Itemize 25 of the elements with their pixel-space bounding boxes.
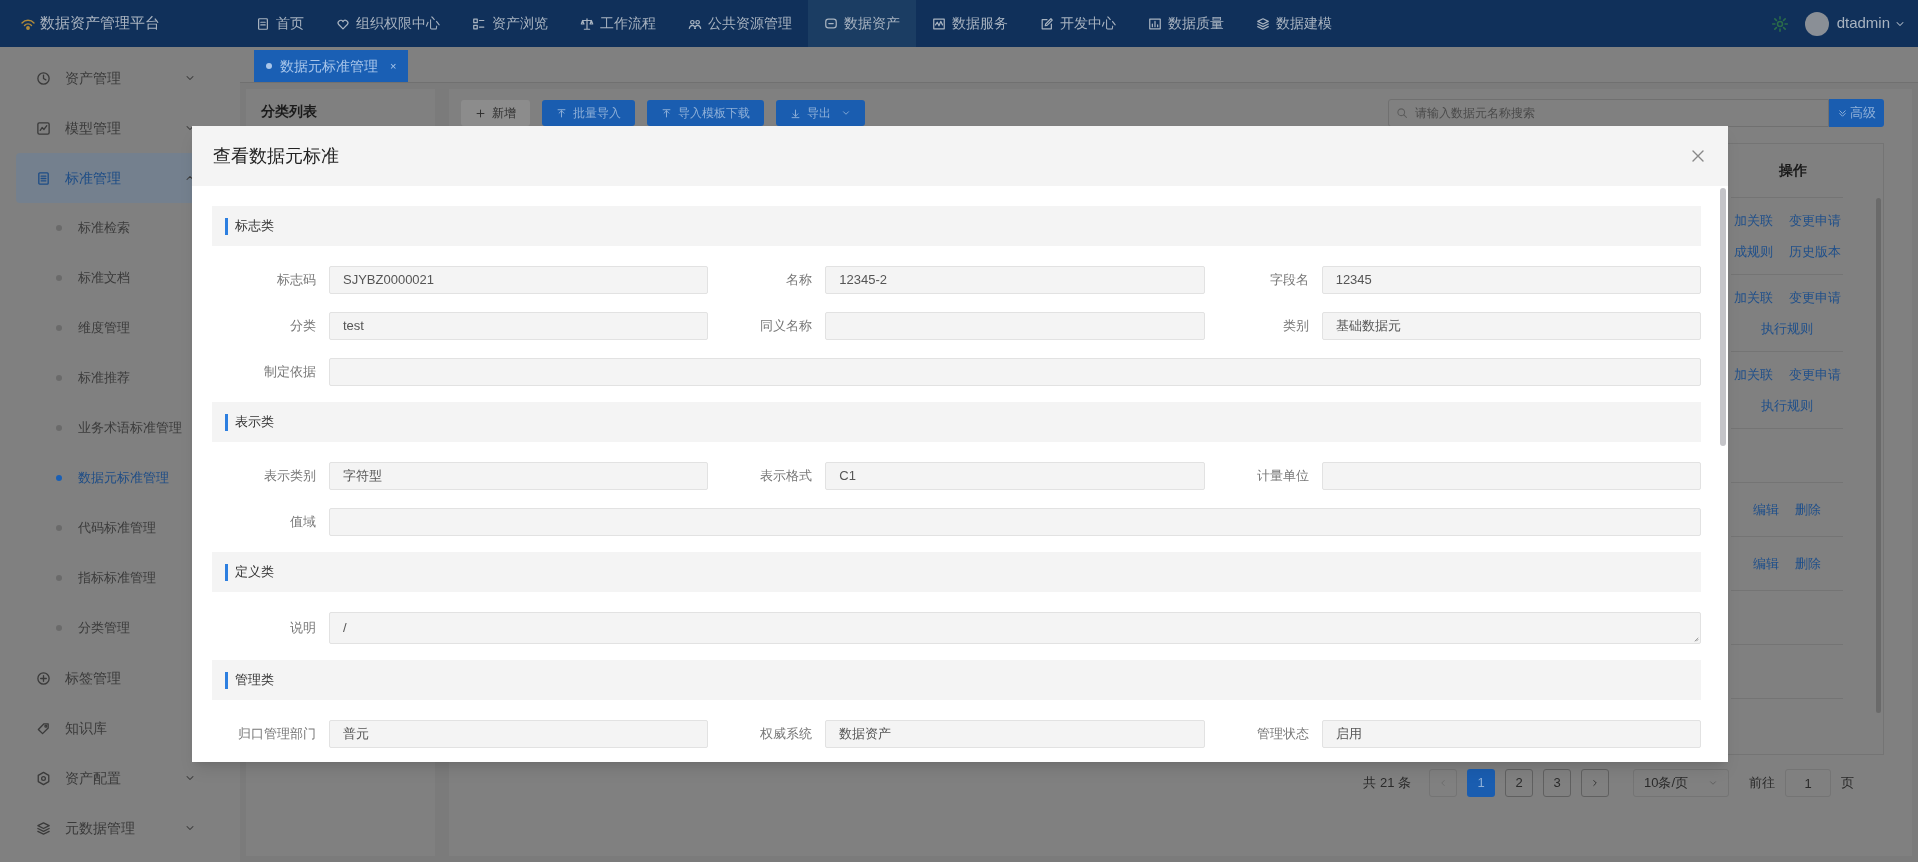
- brand-name: 数据资产管理平台: [40, 13, 160, 34]
- column-header: 操作: [1779, 161, 1807, 180]
- section-header: 定义类: [212, 552, 1701, 592]
- section-header: 表示类: [212, 402, 1701, 442]
- field-label: 表示格式: [759, 467, 814, 486]
- field-label: 归口管理部门: [237, 725, 317, 744]
- goto-label: 前往: [1749, 774, 1775, 793]
- goto-suffix: 页: [1841, 774, 1854, 793]
- field-label: 计量单位: [1255, 467, 1310, 486]
- field-label: 权威系统: [759, 725, 814, 744]
- field-label: 管理状态: [1255, 725, 1310, 744]
- field-label: 同义名称: [759, 317, 814, 336]
- field-label: 类别: [1281, 317, 1310, 336]
- total-count: 共 21 条: [1363, 774, 1411, 793]
- field-label: 名称: [785, 271, 814, 290]
- field-label: 制定依据: [263, 363, 317, 382]
- field-label: 值域: [289, 513, 317, 532]
- field-label: 说明: [289, 619, 317, 638]
- field-label: 分类: [289, 317, 317, 336]
- field-label: 字段名: [1268, 271, 1310, 290]
- panel-title: 分类列表: [261, 102, 318, 121]
- section-header: 管理类: [212, 660, 1701, 700]
- section-header: 标志类: [212, 206, 1701, 246]
- field-label: 标志码: [276, 271, 317, 290]
- field-label: 表示类别: [263, 467, 317, 486]
